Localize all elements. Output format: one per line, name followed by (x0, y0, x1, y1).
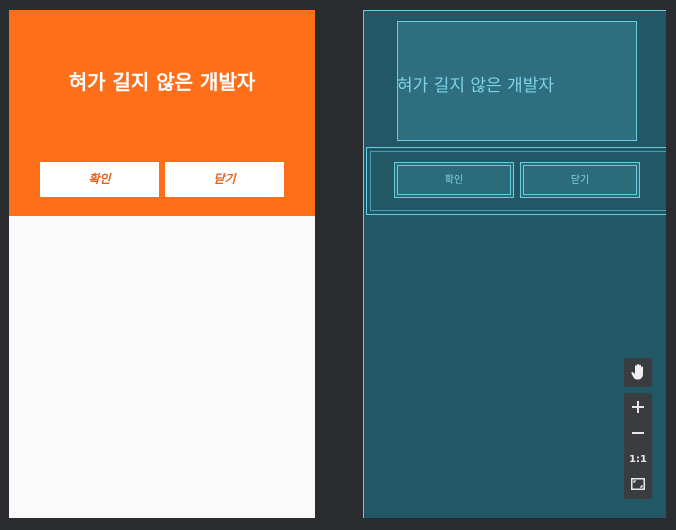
fit-screen-button[interactable] (624, 472, 652, 496)
zoom-controls: 1:1 (624, 393, 652, 499)
zoom-in-button[interactable] (624, 395, 652, 419)
actual-size-button[interactable]: 1:1 (624, 447, 652, 471)
close-button[interactable]: 닫기 (165, 162, 284, 197)
blueprint-preview: 혀가 길지 않은 개발자 확인 닫기 (363, 10, 666, 518)
plus-icon (632, 401, 644, 413)
actual-size-label: 1:1 (629, 453, 647, 465)
confirm-button[interactable]: 확인 (40, 162, 159, 197)
hand-icon (624, 360, 652, 384)
blueprint-confirm-button[interactable]: 확인 (394, 162, 514, 198)
zoom-out-button[interactable] (624, 421, 652, 445)
pan-tool-button[interactable] (624, 358, 652, 387)
minus-icon (632, 432, 644, 434)
blueprint-title: 혀가 길지 않은 개발자 (397, 76, 554, 96)
design-preview: 혀가 길지 않은 개발자 확인 닫기 (9, 10, 315, 518)
blueprint-close-button[interactable]: 닫기 (520, 162, 640, 198)
dialog-title: 혀가 길지 않은 개발자 (68, 70, 256, 94)
dialog-header: 혀가 길지 않은 개발자 확인 닫기 (9, 10, 315, 216)
fit-screen-icon (631, 478, 645, 490)
blueprint-confirm-label: 확인 (397, 165, 511, 195)
blueprint-close-label: 닫기 (523, 165, 637, 195)
